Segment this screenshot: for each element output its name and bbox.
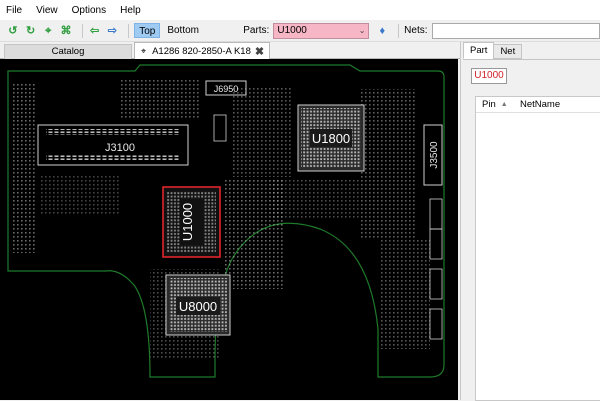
toolbar: ↺ ↻ ⌖ ⌘ ⇦ ⇨ Top Bottom Parts: U1000 ⌄ ♦ … — [0, 20, 600, 42]
tab-net[interactable]: Net — [493, 44, 523, 59]
pin-table[interactable]: Pin ▲ NetName — [475, 96, 600, 401]
chevron-down-icon[interactable]: ⌄ — [359, 26, 366, 35]
menu-help[interactable]: Help — [120, 5, 141, 16]
rotate-left-icon[interactable]: ↺ — [6, 24, 20, 38]
zoom-reset-icon[interactable]: ⌘ — [59, 24, 73, 38]
forward-arrow-icon[interactable]: ⇨ — [106, 24, 120, 38]
parts-search-value: U1000 — [277, 25, 307, 36]
panel-tabs: Part Net — [463, 42, 523, 59]
toolbar-divider — [398, 23, 400, 38]
board-view-canvas[interactable]: 1TP_CPU_TEST_A523GND45GND6CPU_PEG_COMP7G… — [0, 59, 458, 400]
pin-icon[interactable]: ⌖ — [141, 46, 146, 57]
sort-asc-icon: ▲ — [500, 101, 508, 108]
nets-search-input[interactable] — [431, 22, 600, 39]
toolbar-divider — [81, 23, 83, 38]
nets-label: Nets: — [404, 25, 428, 36]
zoom-fit-icon[interactable]: ⌖ — [41, 24, 55, 38]
clear-search-icon[interactable]: ♦ — [375, 24, 389, 38]
tab-catalog[interactable]: Catalog — [4, 44, 132, 59]
layer-top-button[interactable]: Top — [134, 23, 161, 38]
u8000-label: U8000 — [179, 299, 217, 314]
document-tabs: Catalog ⌖ A1286 820-2850-A K18 ✖ — [0, 42, 460, 59]
back-arrow-icon[interactable]: ⇦ — [88, 24, 102, 38]
tab-part[interactable]: Part — [463, 42, 495, 59]
layer-bottom-button[interactable]: Bottom — [163, 23, 203, 38]
u1800-label: U1800 — [312, 131, 350, 146]
pin-column-header[interactable]: Pin ▲ — [476, 99, 514, 110]
menu-options[interactable]: Options — [72, 5, 106, 16]
close-icon[interactable]: ✖ — [255, 45, 264, 58]
netname-column-header[interactable]: NetName — [514, 99, 600, 110]
j3100-label: J3100 — [105, 142, 135, 154]
board-drawing[interactable]: 1TP_CPU_TEST_A523GND45GND6CPU_PEG_COMP7G… — [0, 59, 458, 400]
menu-view[interactable]: View — [36, 5, 58, 16]
panel-body: U1000 Pin ▲ NetName — [463, 59, 600, 401]
part-info-panel: Part Net U1000 Pin ▲ NetName — [460, 42, 600, 401]
menu-bar: File View Options Help — [0, 0, 600, 20]
pin-table-header: Pin ▲ NetName — [476, 97, 600, 113]
parts-label: Parts: — [243, 25, 270, 36]
parts-search-combobox[interactable]: U1000 ⌄ — [273, 22, 370, 39]
menu-file[interactable]: File — [6, 5, 22, 16]
toolbar-divider — [128, 23, 130, 38]
j3500-label: J3500 — [429, 141, 440, 169]
tab-catalog-label: Catalog — [51, 46, 85, 57]
rotate-right-icon[interactable]: ↻ — [24, 24, 38, 38]
selected-part-badge: U1000 — [471, 68, 507, 84]
u1000-label: U1000 — [180, 203, 195, 241]
tab-board-label: A1286 820-2850-A K18 — [152, 45, 251, 57]
tab-board[interactable]: ⌖ A1286 820-2850-A K18 ✖ — [134, 42, 270, 59]
j6950-label: J6950 — [214, 84, 239, 94]
